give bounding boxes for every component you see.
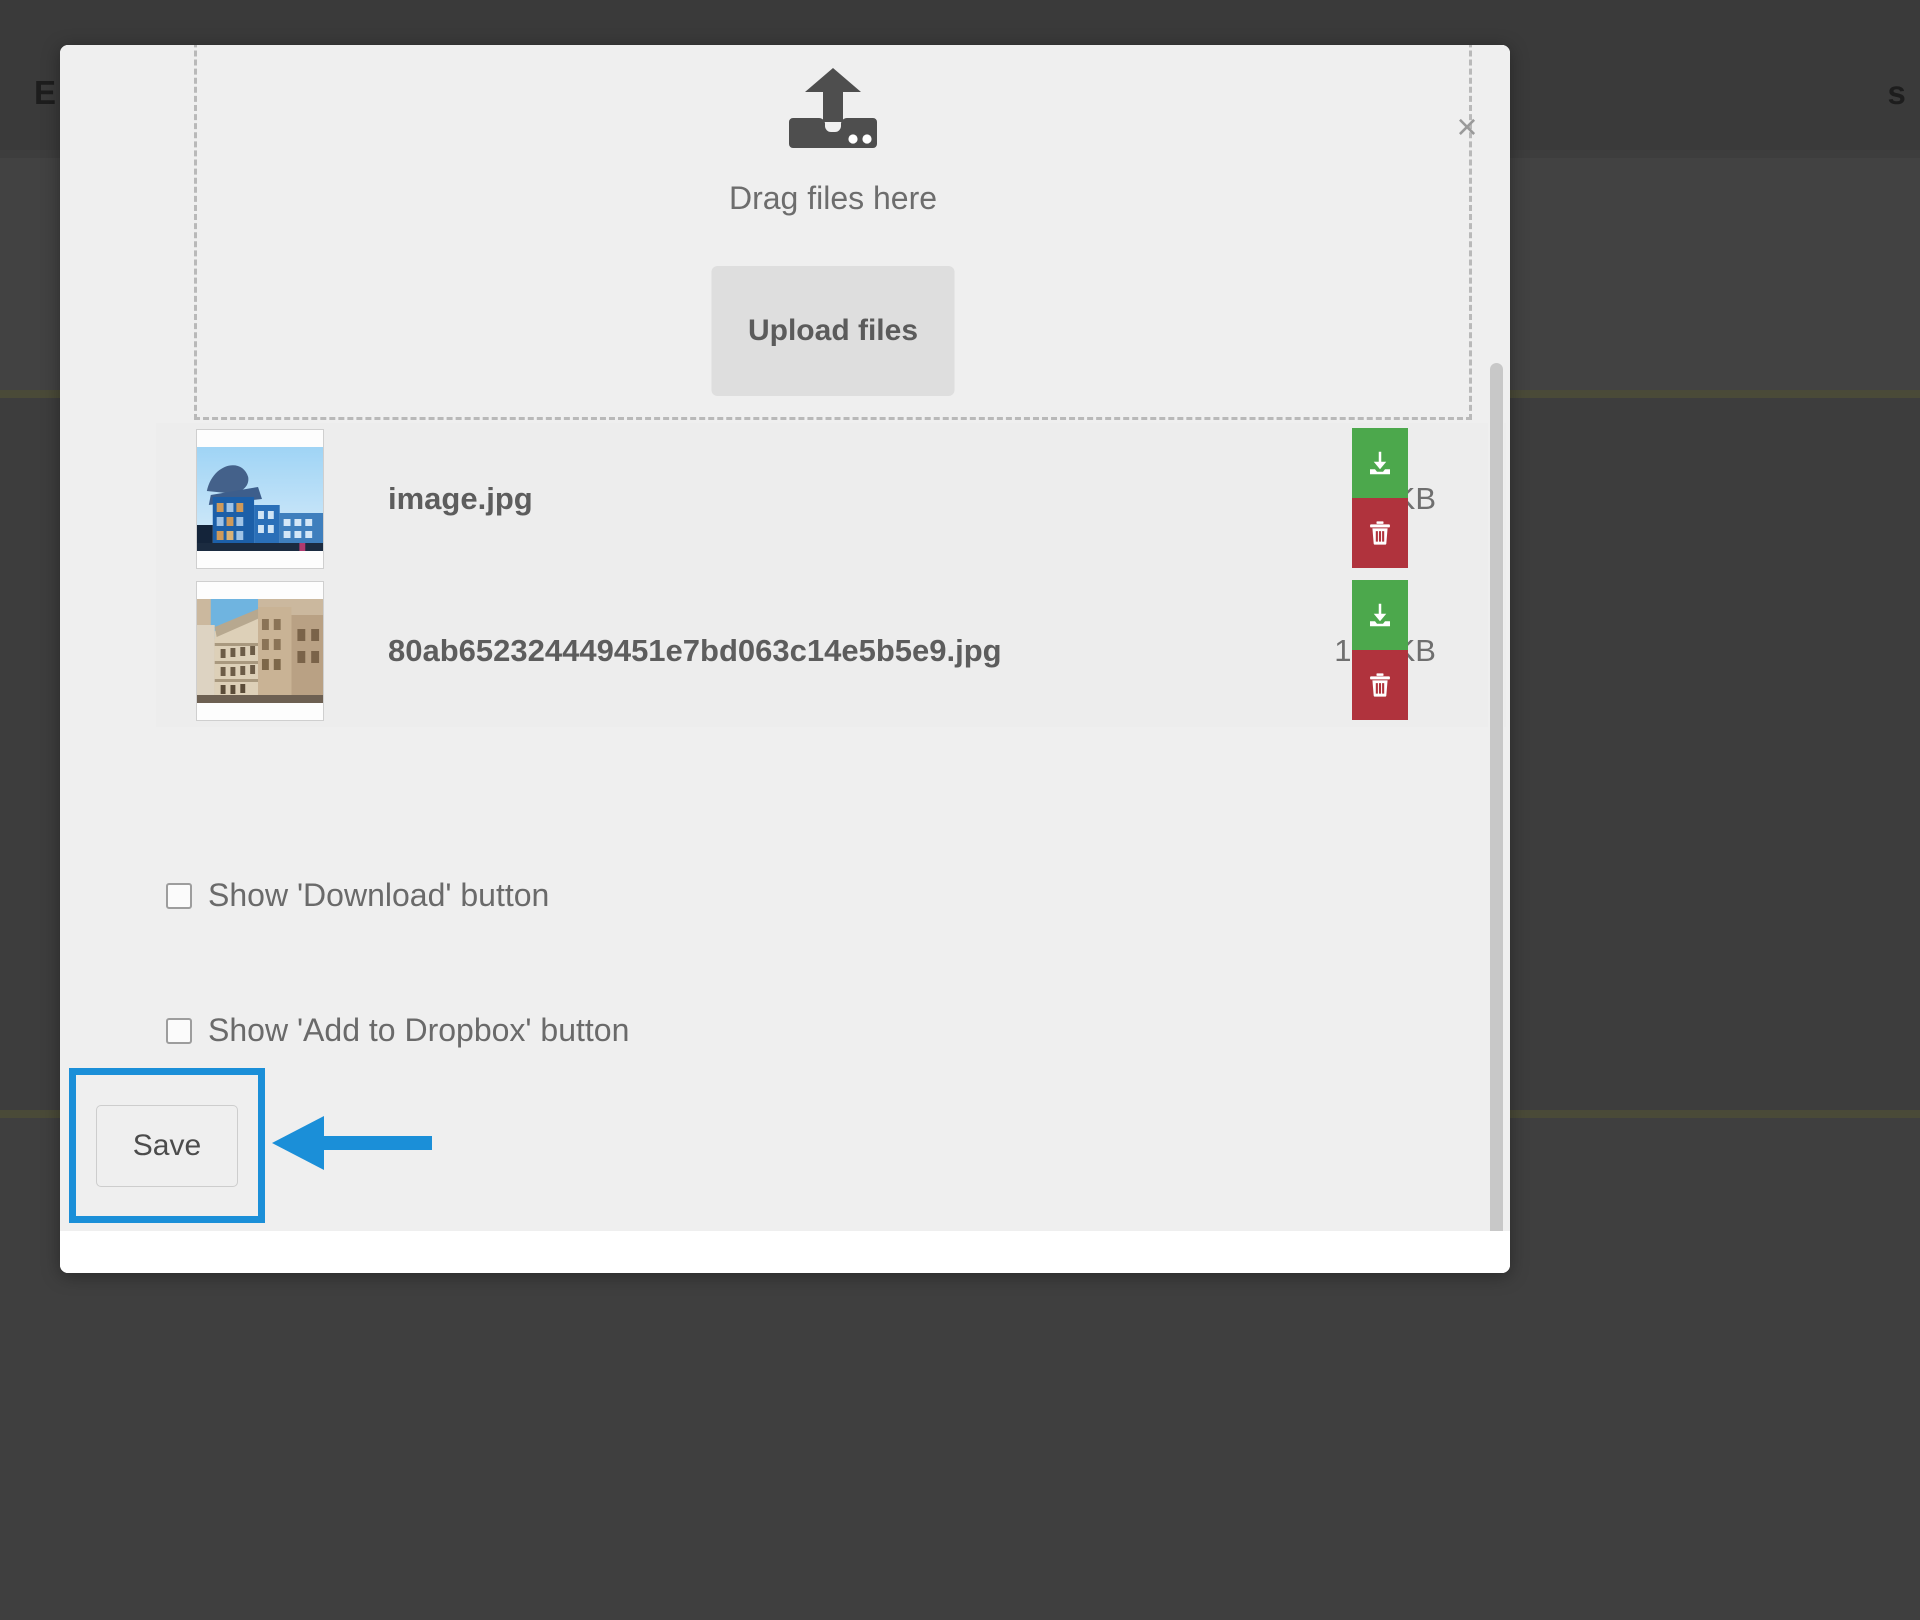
modal-scroll-body: × Drag files here Upload files image.jpg… (60, 45, 1510, 1231)
thumbnail-image-blue-building (197, 447, 323, 551)
checkbox-show-download[interactable] (166, 882, 192, 909)
row-action-buttons (1352, 428, 1408, 568)
trash-icon (1370, 673, 1390, 697)
checkbox-show-dropbox[interactable] (166, 1017, 192, 1044)
backdrop-text-right: s (1887, 74, 1906, 111)
file-name: image.jpg (388, 481, 533, 516)
backdrop-text-left: E (34, 74, 57, 111)
modal-footer (60, 1231, 1510, 1273)
close-icon[interactable]: × (1446, 107, 1488, 149)
upload-files-button[interactable]: Upload files (711, 266, 955, 396)
table-row: 80ab652324449451e7bd063c14e5b5e9.jpg 188… (156, 575, 1506, 727)
download-icon (1370, 451, 1390, 475)
uploaded-file-list: image.jpg 19 KB (156, 423, 1506, 727)
file-upload-modal: × Drag files here Upload files image.jpg… (60, 45, 1510, 1273)
option-row-show-dropbox[interactable]: Show 'Add to Dropbox' button (166, 1012, 629, 1049)
delete-button[interactable] (1352, 498, 1408, 568)
checkbox-label: Show 'Add to Dropbox' button (208, 1012, 630, 1048)
checkbox-label: Show 'Download' button (208, 877, 550, 913)
option-row-show-download[interactable]: Show 'Download' button (166, 877, 549, 914)
modal-scrollbar-thumb[interactable] (1490, 363, 1503, 1231)
thumbnail-image-classical-building (197, 599, 323, 703)
file-thumbnail[interactable] (196, 429, 324, 569)
save-button[interactable]: Save (96, 1105, 238, 1187)
download-button[interactable] (1352, 580, 1408, 650)
table-row: image.jpg 19 KB (156, 423, 1506, 575)
download-button[interactable] (1352, 428, 1408, 498)
file-dropzone[interactable]: Drag files here Upload files (194, 45, 1472, 420)
download-icon (1370, 603, 1390, 627)
trash-icon (1370, 521, 1390, 545)
file-thumbnail[interactable] (196, 581, 324, 721)
drag-files-label: Drag files here (728, 180, 938, 216)
file-name: 80ab652324449451e7bd063c14e5b5e9.jpg (388, 633, 1002, 668)
delete-button[interactable] (1352, 650, 1408, 720)
upload-to-drive-icon (789, 68, 877, 148)
row-action-buttons (1352, 580, 1408, 720)
